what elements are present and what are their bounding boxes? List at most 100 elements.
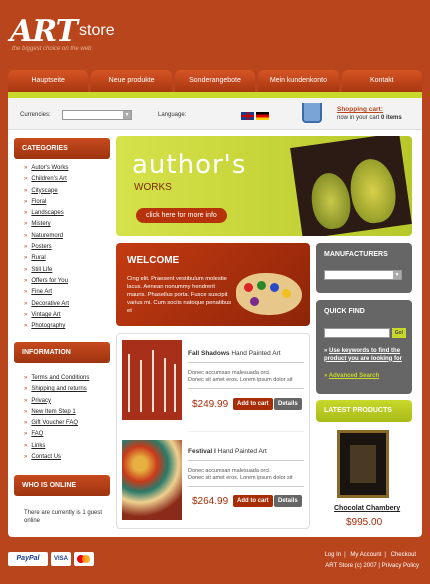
paint-red — [244, 283, 253, 292]
banner-more-button[interactable]: click here for more info — [136, 208, 227, 223]
product-description: Donec accumsan malesuada orci. Donec sit… — [188, 370, 293, 384]
footer-login-link[interactable]: Log In — [324, 552, 341, 558]
category-item[interactable]: Naturemord — [24, 231, 69, 242]
cart-icon[interactable] — [302, 103, 322, 123]
cart-items-word: items — [386, 115, 402, 121]
pear-right — [346, 156, 400, 226]
manufacturers-panel: MANUFACTURERS ▼ — [316, 243, 412, 293]
quick-find-title: QUICK FIND — [324, 308, 365, 315]
paint-green — [257, 281, 266, 290]
product-title: Fall Shadows Hand Painted Art — [188, 350, 281, 357]
paypal-logo: PayPal — [8, 552, 48, 566]
product-desc-line: Donec accumsan malesuada orci. — [188, 468, 271, 474]
info-link[interactable]: FAQ — [24, 429, 89, 440]
latest-products-header: LATEST PRODUCTS — [316, 400, 412, 422]
palette-image — [236, 273, 302, 315]
authors-banner[interactable]: author's WORKS click here for more info — [116, 136, 412, 236]
language-label: Language: — [158, 112, 187, 118]
category-item[interactable]: Rural — [24, 253, 69, 264]
divider — [188, 486, 304, 487]
nav-specials[interactable]: Sonderangebote — [174, 70, 256, 92]
advanced-search-link[interactable]: Advanced Search — [329, 373, 379, 379]
info-link[interactable]: Gift Voucher FAQ — [24, 418, 89, 429]
footer-checkout-link[interactable]: Checkout — [391, 552, 416, 558]
quick-find-hint: » Use keywords to find the product you a… — [324, 348, 403, 362]
flower-stem — [140, 360, 142, 412]
footer-links: Log In | My Account | Checkout — [324, 552, 416, 558]
banner-subtitle: WORKS — [134, 182, 172, 193]
copyright: ART Store (c) 2007 | Privacy Policy — [325, 563, 419, 569]
mastercard-logo — [74, 552, 94, 566]
quick-find-go-button[interactable]: Go! — [392, 328, 406, 338]
mastercard-orange-circle — [82, 555, 90, 563]
flower-stem — [164, 358, 166, 412]
divider — [188, 362, 304, 363]
category-item[interactable]: Cityscape — [24, 186, 69, 197]
category-item[interactable]: Children's Art — [24, 174, 69, 185]
category-item[interactable]: Offers for You — [24, 276, 69, 287]
product-title: Festival I Hand Painted Art — [188, 448, 267, 455]
info-link[interactable]: Contact Us — [24, 452, 89, 463]
language-flags — [241, 112, 269, 122]
info-link[interactable]: Shipping and returns — [24, 384, 89, 395]
welcome-panel: WELCOME Cing elit. Praesent vestibulum m… — [116, 243, 310, 326]
info-link[interactable]: Privacy — [24, 396, 89, 407]
product-price: $249.99 — [192, 399, 229, 410]
main-nav: Hauptseite Neue produkte Sonderangebote … — [8, 70, 423, 92]
welcome-title: WELCOME — [127, 255, 180, 266]
manufacturers-title: MANUFACTURERS — [324, 251, 388, 258]
nav-account[interactable]: Mein kundenkonto — [258, 70, 339, 92]
product-name[interactable]: Festival I — [188, 448, 216, 455]
add-to-cart-button[interactable]: Add to cart — [233, 495, 273, 507]
categories-header: CATEGORIES — [14, 138, 110, 159]
tagline: the biggest choice on the web — [12, 46, 92, 52]
nav-new-products[interactable]: Neue produkte — [91, 70, 172, 92]
english-flag-icon[interactable] — [241, 112, 254, 120]
product-name[interactable]: Fall Shadows — [188, 350, 230, 357]
product-thumbnail-fall-shadows[interactable] — [122, 340, 182, 420]
german-flag-icon[interactable] — [255, 112, 269, 120]
category-item[interactable]: Landscapes — [24, 208, 69, 219]
quick-find-input[interactable] — [324, 328, 390, 338]
product-thumbnail-festival[interactable] — [122, 440, 182, 520]
cart-count: 0 — [381, 115, 385, 121]
nav-contact[interactable]: Kontakt — [341, 70, 423, 92]
category-item[interactable]: Mistery — [24, 219, 69, 230]
category-item[interactable]: Posters — [24, 242, 69, 253]
flower-stem — [128, 354, 130, 412]
welcome-text: Cing elit. Praesent vestibulum molestie … — [127, 276, 232, 314]
category-item[interactable]: Fine Art — [24, 287, 69, 298]
category-item[interactable]: Floral — [24, 197, 69, 208]
whos-online-header: WHO IS ONLINE — [14, 475, 110, 496]
cart-text: now in your cart — [337, 115, 380, 121]
info-link[interactable]: New Item Step 1 — [24, 407, 89, 418]
category-item[interactable]: Decorative Art — [24, 299, 69, 310]
details-button[interactable]: Details — [274, 398, 302, 410]
info-link[interactable]: Terms and Conditions — [24, 373, 89, 384]
flower-stem — [174, 364, 176, 412]
latest-product-name[interactable]: Chocolat Chambery — [334, 505, 400, 512]
cart-title[interactable]: Shopping cart: — [337, 106, 383, 113]
category-item[interactable]: Vintage Art — [24, 310, 69, 321]
category-item[interactable]: Autor's Works — [24, 163, 69, 174]
add-to-cart-button[interactable]: Add to cart — [233, 398, 273, 410]
paint-purple — [250, 297, 259, 306]
manufacturer-select[interactable]: ▼ — [324, 270, 402, 280]
category-item[interactable]: Still Life — [24, 265, 69, 276]
currencies-label: Currencies: — [20, 112, 51, 118]
advanced-search: » Advanced Search — [324, 373, 380, 379]
flower-stem — [152, 350, 154, 412]
product-price: $264.99 — [192, 496, 229, 507]
quick-find-hint-link[interactable]: Use keywords to find the product you are… — [324, 348, 402, 362]
latest-product-price: $995.00 — [346, 517, 383, 528]
quick-find-panel: QUICK FIND Go! » Use keywords to find th… — [316, 300, 412, 394]
currency-select[interactable]: ▼ — [62, 110, 132, 120]
info-link[interactable]: Links — [24, 441, 89, 452]
category-item[interactable]: Photography — [24, 321, 69, 332]
divider — [188, 388, 304, 389]
nav-home[interactable]: Hauptseite — [8, 70, 89, 92]
latest-product-image[interactable] — [337, 430, 389, 498]
logo[interactable]: ART store — [10, 14, 115, 49]
footer-account-link[interactable]: My Account — [350, 552, 381, 558]
details-button[interactable]: Details — [274, 495, 302, 507]
